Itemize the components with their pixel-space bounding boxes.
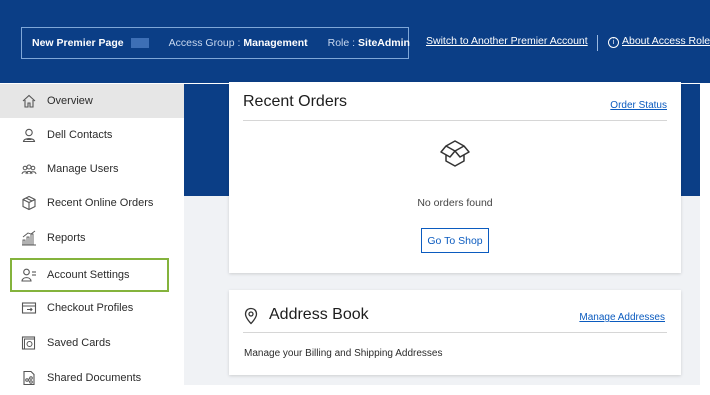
no-orders-text: No orders found: [417, 197, 493, 209]
account-info-box: New Premier Page Access Group : Manageme…: [21, 27, 410, 59]
sidebar-item-account-settings[interactable]: Account Settings: [10, 258, 169, 292]
sidebar-item-dell-contacts[interactable]: Dell Contacts: [0, 118, 184, 152]
recent-orders-card: Recent Orders Order Status No orders fou…: [229, 82, 681, 273]
sidebar-item-label: Shared Documents: [47, 372, 142, 384]
address-book-description: Manage your Billing and Shipping Address…: [244, 348, 443, 359]
sidebar-item-label: Reports: [47, 232, 86, 244]
sidebar-nav: Overview Dell Contacts Manage Users Rece…: [0, 84, 184, 386]
access-group-segment: Access Group : Management: [159, 35, 318, 51]
sidebar-item-label: Recent Online Orders: [47, 197, 154, 209]
sidebar-item-label: Account Settings: [47, 269, 130, 281]
card-icon: [20, 334, 38, 352]
role-value: SiteAdmin: [358, 37, 410, 49]
divider: [243, 332, 667, 333]
sidebar-item-label: Checkout Profiles: [47, 302, 134, 314]
sidebar-item-recent-online-orders[interactable]: Recent Online Orders: [0, 186, 184, 220]
sidebar-item-label: Saved Cards: [47, 337, 111, 349]
address-book-title: Address Book: [269, 306, 369, 323]
sidebar-item-label: Manage Users: [47, 163, 119, 175]
sidebar-item-manage-users[interactable]: Manage Users: [0, 152, 184, 186]
package-icon: [20, 194, 38, 212]
sidebar-item-saved-cards[interactable]: Saved Cards: [0, 326, 184, 360]
access-group-label: Access Group :: [168, 37, 241, 49]
location-pin-icon: [244, 307, 258, 325]
sidebar-item-overview[interactable]: Overview: [0, 84, 184, 118]
info-icon: i: [608, 37, 619, 48]
sidebar-item-shared-documents[interactable]: Shared Documents: [0, 361, 184, 395]
premier-page-name: New Premier Page: [32, 37, 124, 49]
divider: [243, 120, 667, 121]
access-group-value: Management: [243, 37, 308, 49]
reports-icon: [20, 229, 38, 247]
country-flag-icon: [130, 38, 149, 48]
about-access-roles-label: About Access Roles: [622, 35, 710, 47]
sidebar-item-label: Overview: [47, 95, 93, 107]
sidebar-item-reports[interactable]: Reports: [0, 221, 184, 255]
top-header-bar: New Premier Page Access Group : Manageme…: [0, 0, 710, 83]
sidebar-item-checkout-profiles[interactable]: Checkout Profiles: [0, 291, 184, 325]
empty-box-icon: [440, 140, 470, 167]
recent-orders-title: Recent Orders: [243, 93, 348, 110]
checkout-icon: [20, 299, 38, 317]
divider: [597, 35, 598, 51]
home-icon: [20, 92, 38, 110]
order-status-link[interactable]: Order Status: [610, 100, 667, 111]
contact-icon: [20, 126, 38, 144]
sidebar-item-label: Dell Contacts: [47, 129, 113, 141]
documents-icon: [20, 369, 38, 387]
role-segment: Role : SiteAdmin: [318, 35, 420, 51]
right-panel-edge: [700, 84, 710, 385]
go-to-shop-button[interactable]: Go To Shop: [421, 228, 489, 253]
role-label: Role :: [327, 37, 356, 49]
about-access-roles-link[interactable]: i About Access Roles: [608, 35, 710, 48]
switch-account-link[interactable]: Switch to Another Premier Account: [426, 35, 588, 47]
address-book-card: Address Book Manage Addresses Manage you…: [229, 290, 681, 375]
manage-addresses-link[interactable]: Manage Addresses: [579, 312, 665, 323]
users-icon: [20, 160, 38, 178]
premier-page-segment: New Premier Page: [22, 35, 159, 51]
account-settings-icon: [20, 266, 38, 284]
